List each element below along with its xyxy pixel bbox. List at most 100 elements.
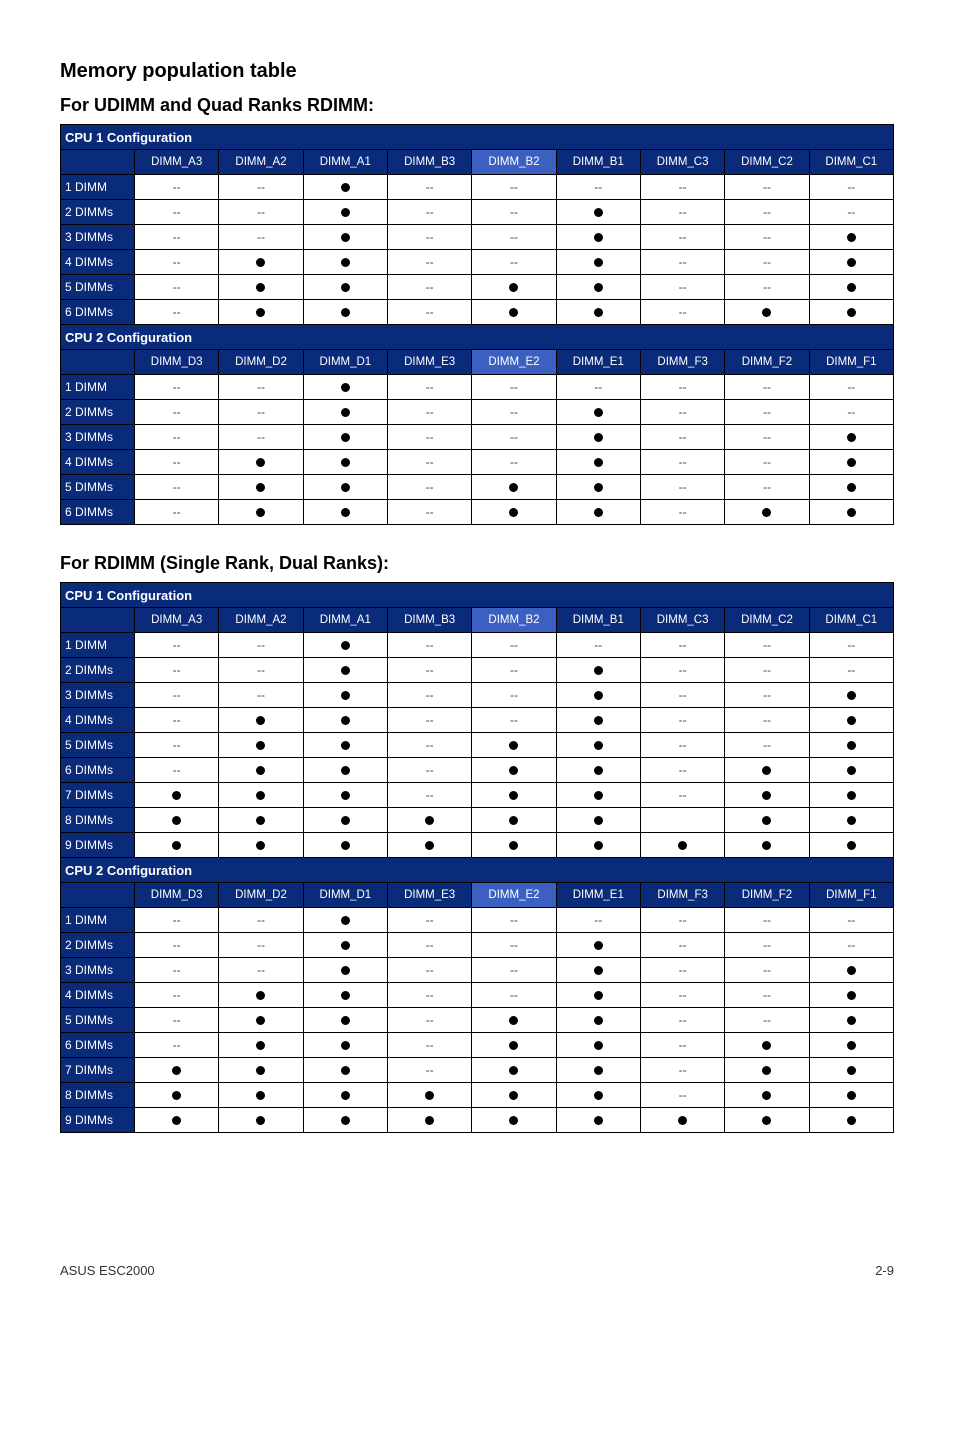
data-cell	[556, 475, 640, 500]
filled-dot-icon	[172, 1066, 181, 1075]
row-label: 1 DIMM	[61, 908, 135, 933]
empty-dash: --	[763, 455, 771, 469]
empty-dash: --	[426, 963, 434, 977]
filled-dot-icon	[341, 966, 350, 975]
empty-dash: --	[510, 938, 518, 952]
empty-dash: --	[257, 913, 265, 927]
data-cell: --	[640, 708, 724, 733]
filled-dot-icon	[594, 308, 603, 317]
table-row: 3 DIMMs------------	[61, 425, 894, 450]
data-cell: --	[809, 175, 893, 200]
data-cell: --	[725, 475, 809, 500]
table-row: 9 DIMMs	[61, 833, 894, 858]
data-cell	[219, 1083, 303, 1108]
data-cell	[303, 1008, 387, 1033]
empty-dash: --	[426, 255, 434, 269]
data-cell	[387, 808, 471, 833]
row-label: 4 DIMMs	[61, 250, 135, 275]
data-cell: --	[640, 225, 724, 250]
data-cell: --	[640, 500, 724, 525]
data-cell: --	[135, 983, 219, 1008]
data-cell	[303, 783, 387, 808]
data-cell: --	[640, 758, 724, 783]
table-row: 3 DIMMs------------	[61, 958, 894, 983]
table-row: 4 DIMMs----------	[61, 983, 894, 1008]
data-cell: --	[387, 633, 471, 658]
cpu2-title: CPU 2 Configuration	[61, 325, 894, 350]
empty-dash: --	[679, 380, 687, 394]
data-cell	[219, 1108, 303, 1133]
filled-dot-icon	[425, 1116, 434, 1125]
data-cell: --	[135, 475, 219, 500]
empty-dash: --	[257, 663, 265, 677]
data-cell	[725, 500, 809, 525]
empty-dash: --	[173, 988, 181, 1002]
filled-dot-icon	[256, 991, 265, 1000]
data-cell: --	[135, 633, 219, 658]
filled-dot-icon	[594, 1041, 603, 1050]
data-cell	[556, 500, 640, 525]
data-cell	[219, 450, 303, 475]
table-row: 8 DIMMs	[61, 808, 894, 833]
empty-dash: --	[679, 180, 687, 194]
empty-dash: --	[679, 763, 687, 777]
data-cell	[303, 300, 387, 325]
data-cell: --	[472, 683, 556, 708]
data-cell	[556, 783, 640, 808]
filled-dot-icon	[762, 791, 771, 800]
filled-dot-icon	[256, 841, 265, 850]
data-cell	[809, 708, 893, 733]
filled-dot-icon	[762, 841, 771, 850]
filled-dot-icon	[847, 716, 856, 725]
filled-dot-icon	[678, 1116, 687, 1125]
data-cell: --	[809, 658, 893, 683]
filled-dot-icon	[762, 1116, 771, 1125]
data-cell: --	[387, 783, 471, 808]
col-header: DIMM_E2	[472, 350, 556, 375]
empty-dash: --	[510, 963, 518, 977]
col-header: DIMM_F1	[809, 350, 893, 375]
data-cell	[219, 983, 303, 1008]
data-cell: --	[809, 400, 893, 425]
data-cell	[303, 958, 387, 983]
empty-dash: --	[173, 280, 181, 294]
data-cell	[219, 475, 303, 500]
data-cell	[472, 783, 556, 808]
empty-dash: --	[173, 455, 181, 469]
row-label: 1 DIMM	[61, 633, 135, 658]
filled-dot-icon	[847, 433, 856, 442]
filled-dot-icon	[425, 841, 434, 850]
data-cell	[303, 250, 387, 275]
col-header: DIMM_C3	[640, 608, 724, 633]
data-cell: --	[640, 633, 724, 658]
data-cell: --	[640, 275, 724, 300]
data-cell: --	[472, 658, 556, 683]
filled-dot-icon	[847, 991, 856, 1000]
data-cell: --	[387, 200, 471, 225]
empty-dash: --	[679, 280, 687, 294]
filled-dot-icon	[594, 1066, 603, 1075]
table-row: 9 DIMMs	[61, 1108, 894, 1133]
data-cell: --	[219, 633, 303, 658]
filled-dot-icon	[847, 691, 856, 700]
data-cell: --	[472, 983, 556, 1008]
table-row: 3 DIMMs------------	[61, 225, 894, 250]
data-cell: --	[725, 250, 809, 275]
empty-dash: --	[257, 405, 265, 419]
empty-dash: --	[679, 663, 687, 677]
table-row: 5 DIMMs--------	[61, 1008, 894, 1033]
empty-dash: --	[426, 913, 434, 927]
empty-dash: --	[257, 180, 265, 194]
table-row: 8 DIMMs--	[61, 1083, 894, 1108]
col-header: DIMM_D2	[219, 350, 303, 375]
col-header: DIMM_E1	[556, 350, 640, 375]
filled-dot-icon	[172, 1091, 181, 1100]
empty-dash: --	[679, 913, 687, 927]
filled-dot-icon	[594, 233, 603, 242]
empty-dash: --	[257, 963, 265, 977]
col-header: DIMM_A3	[135, 608, 219, 633]
filled-dot-icon	[594, 691, 603, 700]
col-header: DIMM_B1	[556, 150, 640, 175]
filled-dot-icon	[762, 816, 771, 825]
empty-dash: --	[426, 230, 434, 244]
